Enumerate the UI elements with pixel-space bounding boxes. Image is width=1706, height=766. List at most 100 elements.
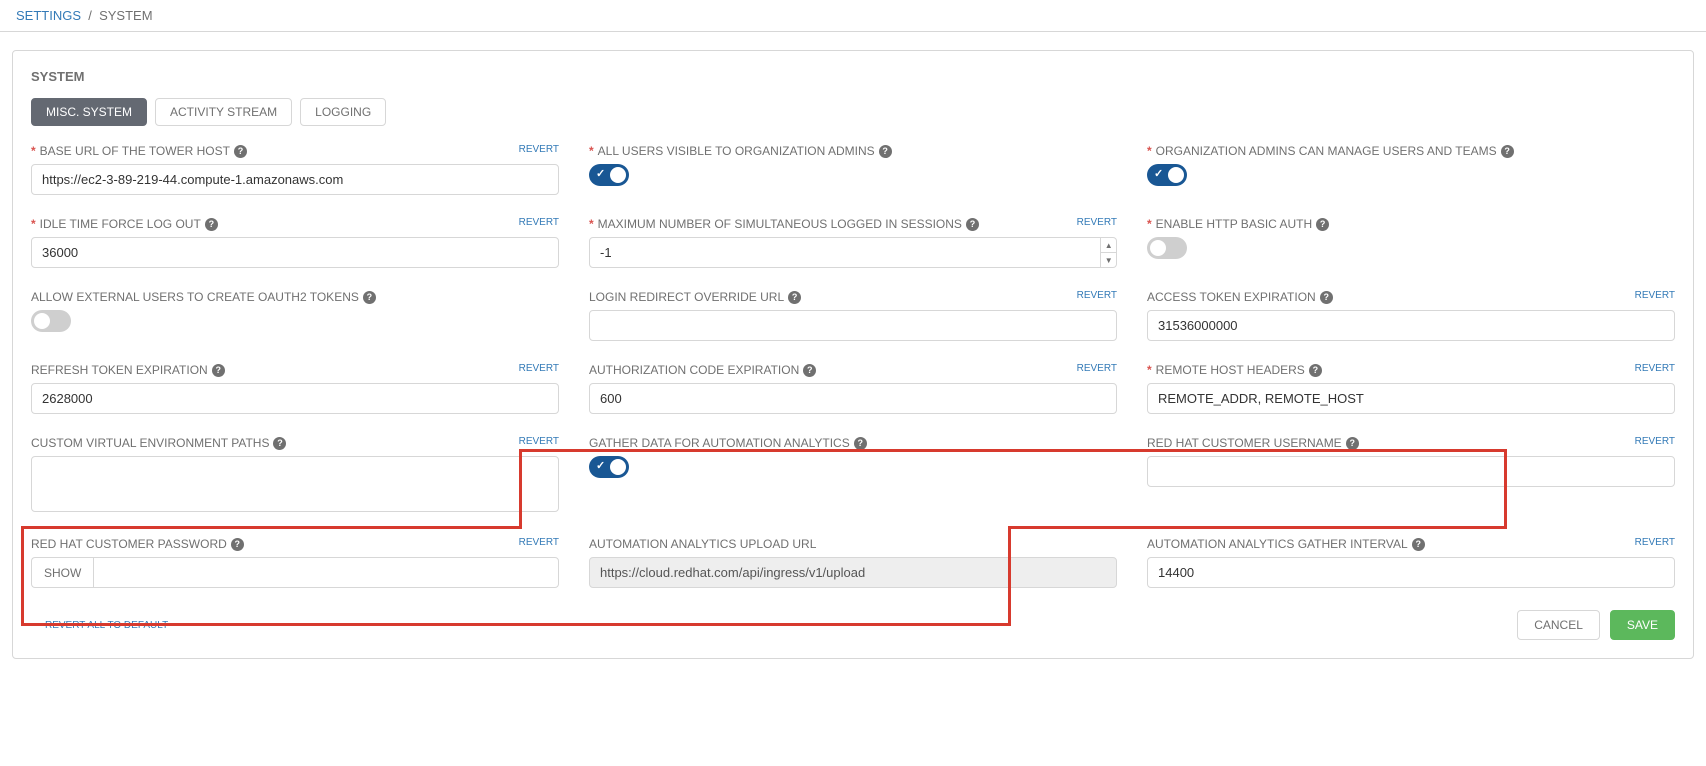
help-icon[interactable]: ? — [966, 218, 979, 231]
label-all-users-visible: ALL USERS VISIBLE TO ORGANIZATION ADMINS — [598, 144, 875, 158]
help-icon[interactable]: ? — [231, 538, 244, 551]
input-rh-username[interactable] — [1147, 456, 1675, 487]
input-analytics-url — [589, 557, 1117, 588]
label-analytics-url: AUTOMATION ANALYTICS UPLOAD URL — [589, 537, 816, 551]
required-star: * — [589, 217, 594, 231]
label-custom-venv: CUSTOM VIRTUAL ENVIRONMENT PATHS — [31, 436, 269, 450]
help-icon[interactable]: ? — [363, 291, 376, 304]
breadcrumb-sep: / — [85, 8, 99, 23]
field-allow-external-oauth: ALLOW EXTERNAL USERS TO CREATE OAUTH2 TO… — [31, 290, 559, 341]
field-gather-interval: AUTOMATION ANALYTICS GATHER INTERVAL? RE… — [1147, 537, 1675, 588]
revert-auth-code-exp[interactable]: REVERT — [1077, 363, 1117, 374]
revert-base-url[interactable]: REVERT — [519, 144, 559, 155]
input-auth-code-exp[interactable] — [589, 383, 1117, 414]
revert-access-token-exp[interactable]: REVERT — [1635, 290, 1675, 301]
label-auth-code-exp: AUTHORIZATION CODE EXPIRATION — [589, 363, 799, 377]
input-idle-logout[interactable] — [31, 237, 559, 268]
toggle-enable-basic-auth[interactable] — [1147, 237, 1187, 259]
field-access-token-exp: ACCESS TOKEN EXPIRATION? REVERT — [1147, 290, 1675, 341]
field-max-sessions: * MAXIMUM NUMBER OF SIMULTANEOUS LOGGED I… — [589, 217, 1117, 268]
field-idle-logout: * IDLE TIME FORCE LOG OUT? REVERT — [31, 217, 559, 268]
label-refresh-token-exp: REFRESH TOKEN EXPIRATION — [31, 363, 208, 377]
help-icon[interactable]: ? — [205, 218, 218, 231]
panel-footer: REVERT ALL TO DEFAULT CANCEL SAVE — [31, 610, 1675, 640]
help-icon[interactable]: ? — [1346, 437, 1359, 450]
revert-gather-interval[interactable]: REVERT — [1635, 537, 1675, 548]
label-idle-logout: IDLE TIME FORCE LOG OUT — [40, 217, 201, 231]
field-enable-basic-auth: * ENABLE HTTP BASIC AUTH? — [1147, 217, 1675, 268]
breadcrumb-system: SYSTEM — [99, 8, 152, 23]
help-icon[interactable]: ? — [854, 437, 867, 450]
required-star: * — [1147, 363, 1152, 377]
revert-login-redirect[interactable]: REVERT — [1077, 290, 1117, 301]
label-enable-basic-auth: ENABLE HTTP BASIC AUTH — [1156, 217, 1313, 231]
label-gather-analytics: GATHER DATA FOR AUTOMATION ANALYTICS — [589, 436, 850, 450]
cancel-button[interactable]: CANCEL — [1517, 610, 1600, 640]
field-rh-password: RED HAT CUSTOMER PASSWORD? REVERT SHOW — [31, 537, 559, 588]
revert-max-sessions[interactable]: REVERT — [1077, 217, 1117, 228]
required-star: * — [31, 144, 36, 158]
revert-idle-logout[interactable]: REVERT — [519, 217, 559, 228]
help-icon[interactable]: ? — [788, 291, 801, 304]
label-org-admins-manage: ORGANIZATION ADMINS CAN MANAGE USERS AND… — [1156, 144, 1497, 158]
spin-up-icon[interactable]: ▲ — [1101, 238, 1116, 253]
panel-title: SYSTEM — [31, 69, 1675, 84]
tab-activity-stream[interactable]: ACTIVITY STREAM — [155, 98, 292, 126]
input-refresh-token-exp[interactable] — [31, 383, 559, 414]
input-login-redirect[interactable] — [589, 310, 1117, 341]
input-max-sessions[interactable] — [589, 237, 1101, 268]
help-icon[interactable]: ? — [212, 364, 225, 377]
field-org-admins-manage: *ORGANIZATION ADMINS CAN MANAGE USERS AN… — [1147, 144, 1675, 195]
revert-rh-password[interactable]: REVERT — [519, 537, 559, 548]
breadcrumb: SETTINGS / SYSTEM — [0, 0, 1706, 32]
toggle-org-admins-manage[interactable] — [1147, 164, 1187, 186]
label-rh-password: RED HAT CUSTOMER PASSWORD — [31, 537, 227, 551]
input-rh-password[interactable] — [93, 557, 559, 588]
textarea-custom-venv[interactable] — [31, 456, 559, 512]
label-access-token-exp: ACCESS TOKEN EXPIRATION — [1147, 290, 1316, 304]
spin-down-icon[interactable]: ▼ — [1101, 253, 1116, 267]
toggle-gather-analytics[interactable] — [589, 456, 629, 478]
spinner-buttons[interactable]: ▲▼ — [1101, 237, 1117, 268]
system-panel: SYSTEM MISC. SYSTEM ACTIVITY STREAM LOGG… — [12, 50, 1694, 659]
toggle-all-users-visible[interactable] — [589, 164, 629, 186]
input-gather-interval[interactable] — [1147, 557, 1675, 588]
required-star: * — [589, 144, 594, 158]
breadcrumb-settings[interactable]: SETTINGS — [16, 8, 81, 23]
label-allow-external-oauth: ALLOW EXTERNAL USERS TO CREATE OAUTH2 TO… — [31, 290, 359, 304]
help-icon[interactable]: ? — [273, 437, 286, 450]
revert-custom-venv[interactable]: REVERT — [519, 436, 559, 447]
toggle-allow-external-oauth[interactable] — [31, 310, 71, 332]
help-icon[interactable]: ? — [1316, 218, 1329, 231]
input-remote-host-headers[interactable] — [1147, 383, 1675, 414]
help-icon[interactable]: ? — [1501, 145, 1514, 158]
field-analytics-url: AUTOMATION ANALYTICS UPLOAD URL — [589, 537, 1117, 588]
help-icon[interactable]: ? — [1412, 538, 1425, 551]
revert-rh-username[interactable]: REVERT — [1635, 436, 1675, 447]
revert-remote-host-headers[interactable]: REVERT — [1635, 363, 1675, 374]
show-password-button[interactable]: SHOW — [31, 557, 93, 588]
label-max-sessions: MAXIMUM NUMBER OF SIMULTANEOUS LOGGED IN… — [598, 217, 962, 231]
label-rh-username: RED HAT CUSTOMER USERNAME — [1147, 436, 1342, 450]
field-refresh-token-exp: REFRESH TOKEN EXPIRATION? REVERT — [31, 363, 559, 414]
save-button[interactable]: SAVE — [1610, 610, 1675, 640]
label-login-redirect: LOGIN REDIRECT OVERRIDE URL — [589, 290, 784, 304]
field-remote-host-headers: *REMOTE HOST HEADERS? REVERT — [1147, 363, 1675, 414]
help-icon[interactable]: ? — [1320, 291, 1333, 304]
tab-misc-system[interactable]: MISC. SYSTEM — [31, 98, 147, 126]
revert-all-button[interactable]: REVERT ALL TO DEFAULT — [45, 620, 168, 631]
help-icon[interactable]: ? — [879, 145, 892, 158]
field-gather-analytics: GATHER DATA FOR AUTOMATION ANALYTICS? — [589, 436, 1117, 515]
input-access-token-exp[interactable] — [1147, 310, 1675, 341]
required-star: * — [31, 217, 36, 231]
label-gather-interval: AUTOMATION ANALYTICS GATHER INTERVAL — [1147, 537, 1408, 551]
revert-refresh-token-exp[interactable]: REVERT — [519, 363, 559, 374]
input-base-url[interactable] — [31, 164, 559, 195]
help-icon[interactable]: ? — [1309, 364, 1322, 377]
fields-grid: *BASE URL OF THE TOWER HOST? REVERT *ALL… — [31, 144, 1675, 588]
required-star: * — [1147, 217, 1152, 231]
tab-logging[interactable]: LOGGING — [300, 98, 386, 126]
help-icon[interactable]: ? — [803, 364, 816, 377]
help-icon[interactable]: ? — [234, 145, 247, 158]
field-login-redirect: LOGIN REDIRECT OVERRIDE URL? REVERT — [589, 290, 1117, 341]
